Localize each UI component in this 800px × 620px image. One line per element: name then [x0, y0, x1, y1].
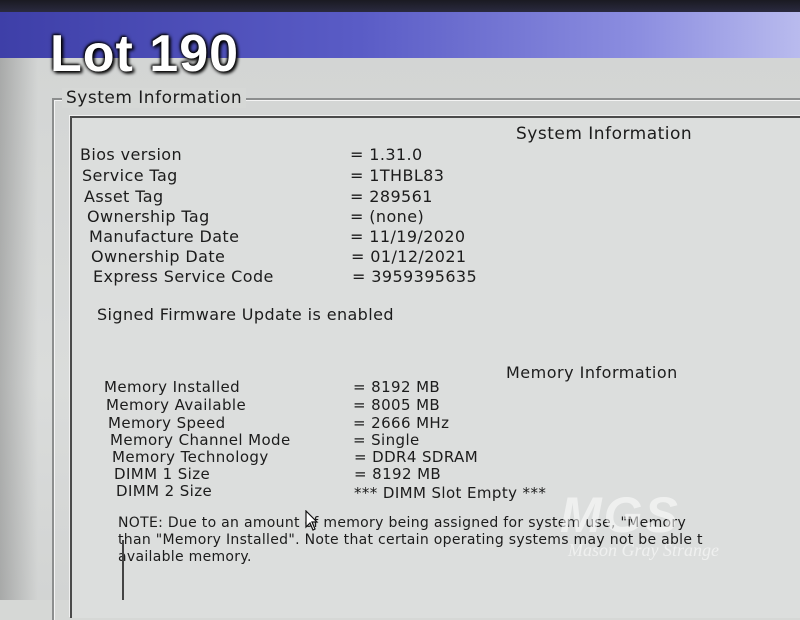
- dimm1-size-label: DIMM 1 Size: [114, 465, 211, 483]
- memory-channel-mode-value: = Single: [353, 431, 420, 449]
- memory-technology-label: Memory Technology: [112, 448, 269, 466]
- lot-label-overlay: Lot 190: [50, 25, 240, 83]
- memory-installed-label: Memory Installed: [104, 378, 241, 396]
- groupbox-legend: System Information: [62, 88, 247, 108]
- memory-technology-value: = DDR4 SDRAM: [354, 448, 479, 466]
- memory-installed-value: = 8192 MB: [353, 378, 441, 396]
- memory-speed-value: = 2666 MHz: [353, 414, 450, 432]
- asset-tag-label: Asset Tag: [84, 187, 164, 206]
- bios-version-label: Bios version: [80, 145, 183, 164]
- screen-edge-shadow: [0, 58, 38, 600]
- express-service-code-value: = 3959395635: [352, 267, 478, 286]
- express-service-code-label: Express Service Code: [93, 267, 274, 286]
- dimm2-size-value: *** DIMM Slot Empty ***: [354, 484, 547, 502]
- service-tag-label: Service Tag: [82, 166, 178, 185]
- memory-speed-label: Memory Speed: [108, 414, 226, 432]
- panel-inner-border: [122, 540, 128, 600]
- dimm2-size-label: DIMM 2 Size: [116, 482, 213, 500]
- memory-note: NOTE: Due to an amount of memory being a…: [118, 515, 798, 566]
- memory-note-line: available memory.: [118, 549, 252, 565]
- monitor-bezel: [0, 0, 800, 12]
- manufacture-date-value: = 11/19/2020: [350, 227, 466, 246]
- bios-version-value: = 1.31.0: [350, 145, 423, 164]
- dimm1-size-value: = 8192 MB: [354, 465, 442, 483]
- memory-available-label: Memory Available: [106, 396, 247, 414]
- memory-channel-mode-label: Memory Channel Mode: [110, 431, 291, 449]
- memory-information-heading: Memory Information: [506, 363, 678, 382]
- manufacture-date-label: Manufacture Date: [89, 227, 240, 246]
- memory-note-line: NOTE: Due to an amount of memory being a…: [118, 515, 687, 531]
- asset-tag-value: = 289561: [350, 187, 433, 206]
- ownership-date-value: = 01/12/2021: [351, 247, 467, 266]
- ownership-date-label: Ownership Date: [91, 247, 226, 266]
- memory-note-line: than "Memory Installed". Note that certa…: [118, 532, 703, 548]
- ownership-tag-value: = (none): [350, 207, 425, 226]
- ownership-tag-label: Ownership Tag: [87, 207, 210, 226]
- mouse-pointer-icon: [305, 510, 319, 531]
- firmware-status-text: Signed Firmware Update is enabled: [97, 305, 394, 324]
- memory-available-value: = 8005 MB: [353, 396, 441, 414]
- system-information-heading: System Information: [516, 124, 693, 144]
- service-tag-value: = 1THBL83: [350, 166, 445, 185]
